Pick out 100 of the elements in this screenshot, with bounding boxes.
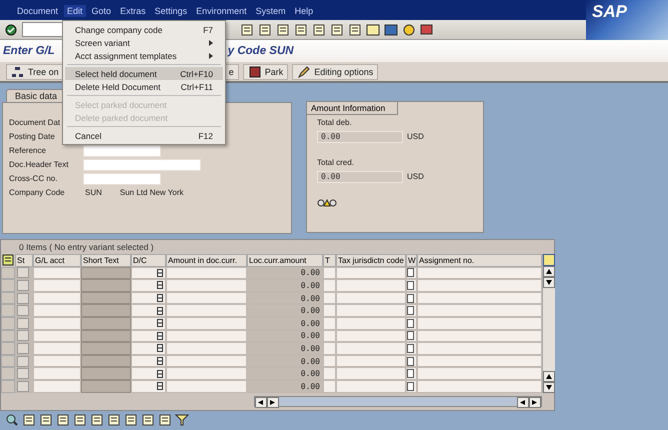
dropdown-icon[interactable]: [157, 319, 163, 328]
input-field[interactable]: [83, 145, 161, 157]
input-field[interactable]: [83, 173, 161, 185]
row-selector[interactable]: [1, 279, 15, 292]
checkbox-icon[interactable]: [407, 318, 414, 328]
table-cell[interactable]: [417, 342, 542, 355]
table-cell[interactable]: [336, 304, 406, 317]
table-cell[interactable]: [417, 354, 542, 368]
table-cell[interactable]: [336, 354, 406, 368]
dropdown-cell[interactable]: [131, 316, 166, 330]
column-header[interactable]: Assignment no.: [417, 254, 542, 267]
column-header[interactable]: Loc.curr.amount: [247, 254, 323, 267]
checkbox-icon[interactable]: [407, 344, 414, 353]
table-settings-icon[interactable]: [1, 254, 15, 266]
menu-item[interactable]: Settings: [152, 5, 190, 17]
column-header[interactable]: St: [15, 254, 33, 267]
table-cell[interactable]: [336, 266, 406, 280]
status-button[interactable]: [17, 330, 29, 342]
page-icon[interactable]: [56, 414, 70, 426]
row-selector[interactable]: [1, 342, 15, 355]
search-icon[interactable]: [5, 414, 19, 426]
status-button[interactable]: [17, 380, 29, 392]
dropdown-cell[interactable]: [131, 292, 166, 304]
park-button[interactable]: Park: [242, 64, 288, 80]
table-cell[interactable]: [417, 304, 542, 317]
checkbox-icon[interactable]: [407, 356, 414, 366]
menu-item[interactable]: Document: [14, 5, 62, 17]
table-cell[interactable]: [417, 380, 542, 393]
table-cell[interactable]: [417, 330, 542, 342]
column-header[interactable]: W: [406, 254, 417, 267]
table-cell[interactable]: [166, 279, 247, 292]
column-header[interactable]: G/L acct: [33, 254, 81, 267]
table-cell[interactable]: [33, 330, 81, 342]
dropdown-cell[interactable]: [131, 342, 166, 355]
page-icon[interactable]: [312, 24, 326, 36]
status-button[interactable]: [17, 267, 29, 278]
table-cell[interactable]: [33, 292, 81, 304]
table-cell[interactable]: [323, 342, 336, 355]
table-cell[interactable]: [336, 316, 406, 330]
column-header[interactable]: T: [323, 254, 336, 267]
status-button[interactable]: [17, 342, 29, 354]
menu-item[interactable]: Help: [292, 5, 316, 17]
menu-item[interactable]: Environment: [193, 5, 250, 17]
table-cell[interactable]: [323, 316, 336, 330]
table-cell[interactable]: [336, 367, 406, 380]
status-button[interactable]: [17, 280, 29, 291]
menu-entry[interactable]: Cancel F12: [65, 129, 223, 142]
page-icon[interactable]: [348, 24, 362, 36]
table-cell[interactable]: [417, 292, 542, 304]
dropdown-icon[interactable]: [157, 382, 163, 390]
table-cell[interactable]: [33, 279, 81, 292]
dropdown-cell[interactable]: [131, 367, 166, 380]
dropdown-cell[interactable]: [131, 330, 166, 342]
table-cell[interactable]: [323, 266, 336, 280]
scroll-down-button[interactable]: [543, 382, 555, 393]
scroll-right-button[interactable]: [529, 396, 541, 408]
table-cell[interactable]: [33, 304, 81, 317]
scroll-up-button[interactable]: [543, 266, 555, 277]
checkbox-icon[interactable]: [407, 382, 414, 391]
column-header[interactable]: D/C: [131, 254, 166, 267]
dropdown-icon[interactable]: [157, 306, 163, 315]
dropdown-cell[interactable]: [131, 279, 166, 292]
column-header[interactable]: Amount in doc.curr.: [166, 254, 247, 267]
checkbox-icon[interactable]: [407, 306, 414, 316]
column-header[interactable]: Tax jurisdictn code: [336, 254, 406, 267]
dropdown-icon[interactable]: [157, 332, 163, 340]
menu-entry[interactable]: Select held document Ctrl+F10: [65, 67, 223, 80]
dropdown-cell[interactable]: [131, 380, 166, 393]
table-cell[interactable]: [323, 279, 336, 292]
menu-entry[interactable]: Change company code F7: [65, 23, 223, 36]
table-cell[interactable]: [33, 342, 81, 355]
status-button[interactable]: [17, 318, 29, 329]
checkbox-icon[interactable]: [407, 369, 414, 378]
table-cell[interactable]: [323, 367, 336, 380]
column-header[interactable]: Short Text: [81, 254, 131, 267]
menu-item[interactable]: System: [252, 5, 289, 17]
page-icon[interactable]: [22, 414, 36, 426]
dropdown-icon[interactable]: [157, 294, 163, 302]
scroll-left-button[interactable]: [517, 396, 529, 408]
window-icon[interactable]: [384, 24, 398, 36]
menu-item[interactable]: Goto: [88, 5, 114, 17]
table-cell[interactable]: [336, 279, 406, 292]
checkbox-icon[interactable]: [407, 331, 414, 340]
checkbox-icon[interactable]: [407, 280, 414, 290]
status-button[interactable]: [17, 305, 29, 316]
table-cell[interactable]: [166, 380, 247, 393]
row-selector[interactable]: [1, 367, 15, 380]
page-icon[interactable]: [330, 24, 344, 36]
page-icon[interactable]: [39, 414, 53, 426]
dropdown-cell[interactable]: [131, 354, 166, 368]
dropdown-icon[interactable]: [157, 370, 163, 378]
dropdown-icon[interactable]: [157, 281, 163, 290]
table-cell[interactable]: [417, 316, 542, 330]
table-cell[interactable]: [33, 266, 81, 280]
dropdown-icon[interactable]: [157, 357, 163, 366]
table-cell[interactable]: [417, 279, 542, 292]
table-cell[interactable]: [336, 342, 406, 355]
status-button[interactable]: [17, 356, 29, 367]
status-button[interactable]: [17, 368, 29, 380]
grid-icon[interactable]: [543, 254, 555, 266]
